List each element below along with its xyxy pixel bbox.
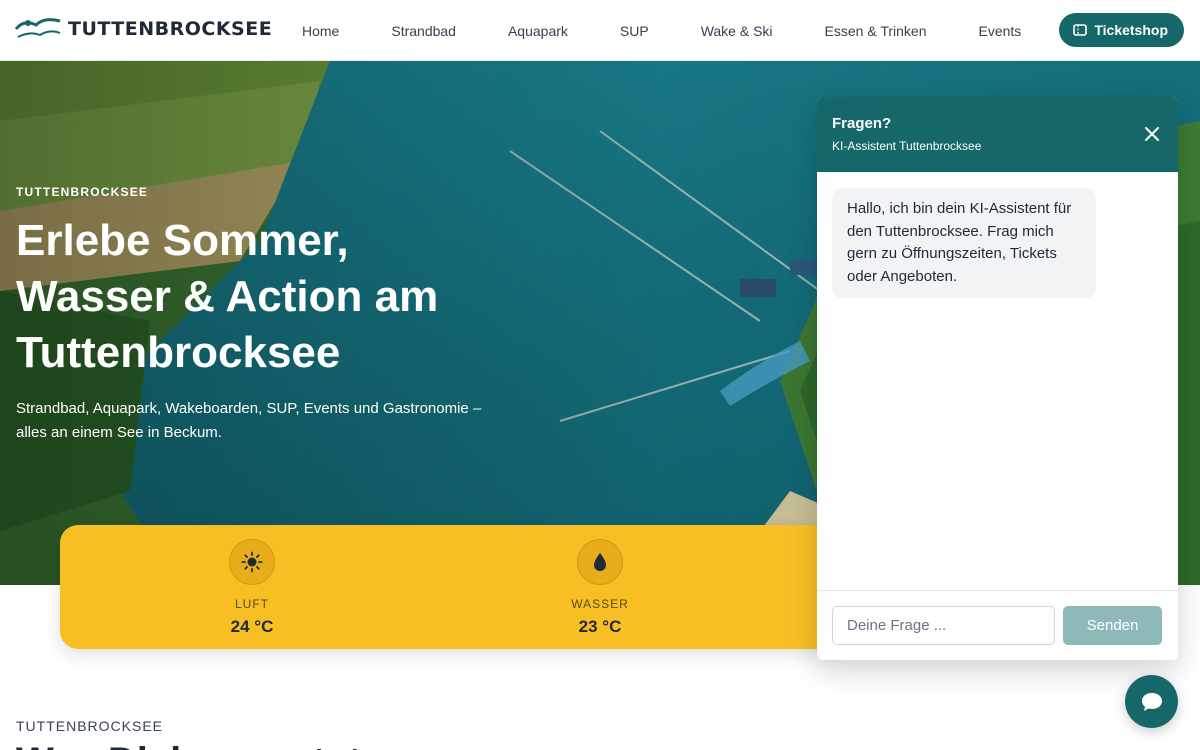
nav-item-aquapark[interactable]: Aquapark: [508, 23, 568, 39]
chat-input-bar: Senden: [817, 590, 1178, 660]
chat-messages: Hallo, ich bin dein KI-Assistent für den…: [817, 172, 1178, 590]
assistant-message: Hallo, ich bin dein KI-Assistent für den…: [832, 188, 1096, 298]
twin-cable-logo-icon: [14, 18, 61, 38]
nav-item-home[interactable]: Home: [302, 23, 339, 39]
hero-text-block: TUTTENBROCKSEE Erlebe Sommer, Wasser & A…: [16, 185, 536, 445]
send-button[interactable]: Senden: [1063, 606, 1162, 645]
nav-item-sup[interactable]: SUP: [620, 23, 649, 39]
nav-item-essen-trinken[interactable]: Essen & Trinken: [825, 23, 927, 39]
chat-title: Fragen?: [832, 115, 892, 132]
weather-item-air: LUFT 24 °C: [192, 539, 312, 637]
sun-icon: [229, 539, 275, 585]
section-title: Was Dich erwartet: [16, 740, 361, 750]
chat-question-input[interactable]: [832, 606, 1055, 645]
site-logo[interactable]: TUTTENBROCKSEE: [14, 15, 272, 43]
main-nav: Home Strandbad Aquapark SUP Wake & Ski E…: [276, 0, 1047, 61]
nav-item-strandbad[interactable]: Strandbad: [391, 23, 456, 39]
hero-subtitle: Strandbad, Aquapark, Wakeboarden, SUP, E…: [16, 400, 482, 441]
chat-header: Fragen? KI-Assistent Tuttenbrocksee: [817, 97, 1178, 172]
ticket-icon: [1073, 24, 1088, 36]
site-header: TUTTENBROCKSEE Home Strandbad Aquapark S…: [0, 0, 1200, 61]
weather-bar: LUFT 24 °C WASSER 23 °C: [60, 525, 850, 649]
water-drop-icon: [577, 539, 623, 585]
ticketshop-button[interactable]: Ticketshop: [1059, 13, 1184, 47]
chat-subtitle: KI-Assistent Tuttenbrocksee: [832, 139, 982, 153]
weather-water-label: WASSER: [571, 597, 629, 611]
hero-title: Erlebe Sommer, Wasser & Action am Tutten…: [16, 213, 536, 381]
nav-item-events[interactable]: Events: [978, 23, 1021, 39]
weather-air-value: 24 °C: [230, 617, 274, 636]
section-eyebrow: TUTTENBROCKSEE: [16, 718, 164, 734]
hero-title-line-3: Tuttenbrocksee: [16, 328, 341, 377]
close-icon[interactable]: [1144, 126, 1160, 142]
weather-air-label: LUFT: [235, 597, 269, 611]
ticketshop-label: Ticketshop: [1094, 22, 1168, 38]
chat-bubble-icon: [1141, 692, 1162, 711]
nav-item-wake-ski[interactable]: Wake & Ski: [701, 23, 773, 39]
chat-toggle-button[interactable]: [1125, 675, 1178, 728]
logo-text: TUTTENBROCKSEE: [68, 18, 273, 40]
weather-water-value: 23 °C: [578, 617, 622, 636]
hero-title-line-2: Wasser & Action am: [16, 272, 439, 321]
chat-panel: Fragen? KI-Assistent Tuttenbrocksee Hall…: [817, 97, 1178, 660]
hero-title-line-1: Erlebe Sommer,: [16, 216, 349, 265]
weather-item-water: WASSER 23 °C: [540, 539, 660, 637]
hero-eyebrow: TUTTENBROCKSEE: [16, 185, 149, 199]
